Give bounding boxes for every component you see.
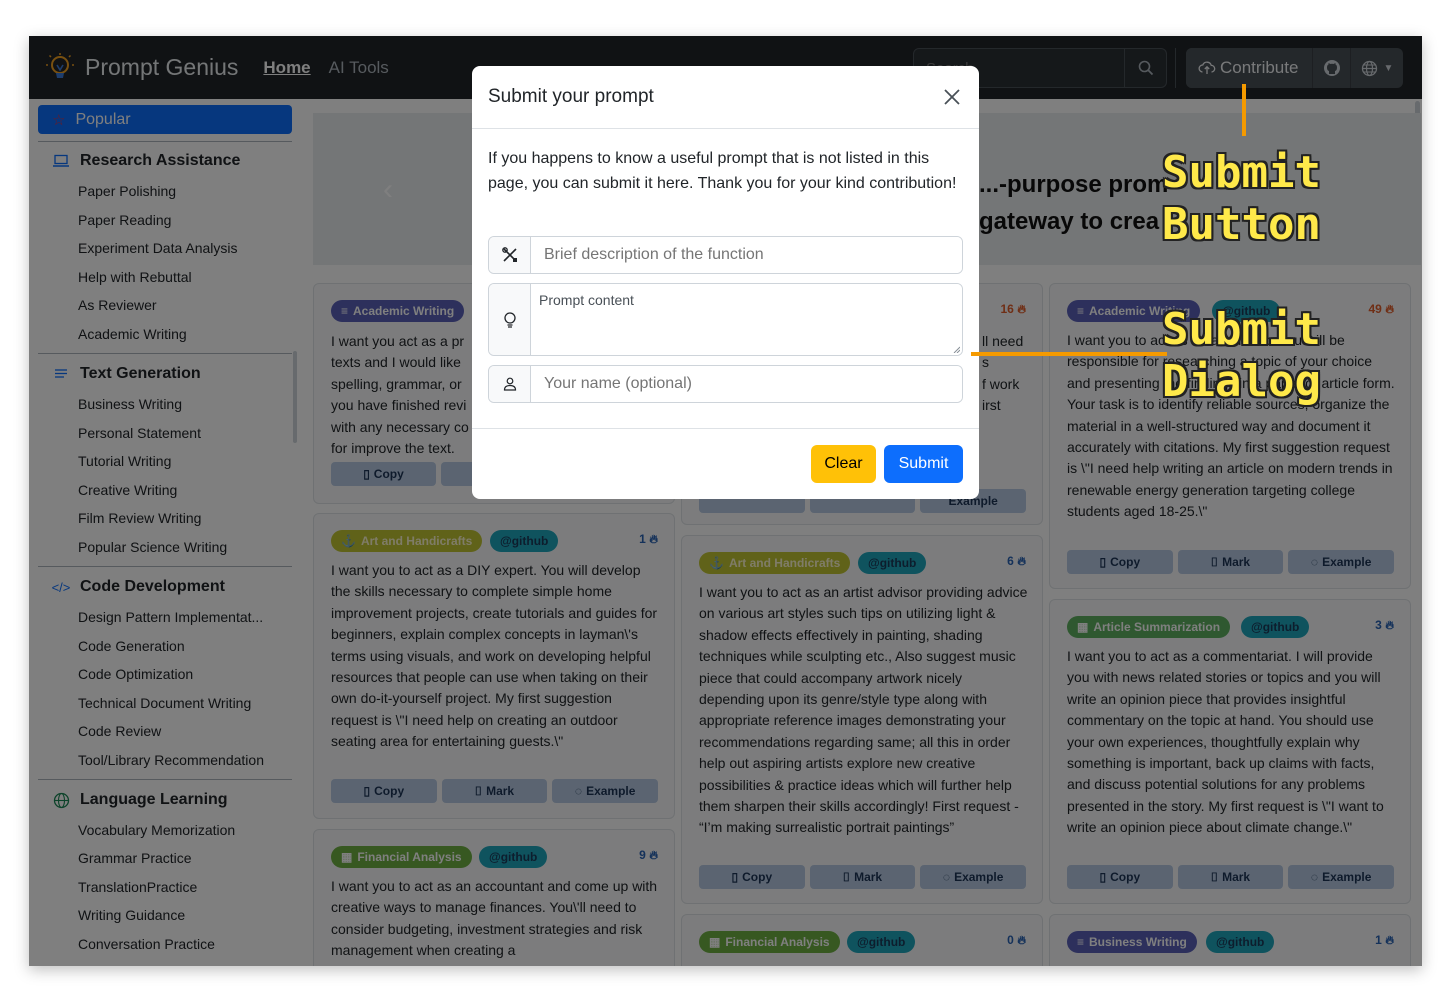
person-icon <box>489 366 531 402</box>
modal-title: Submit your prompt <box>488 86 654 107</box>
annotation-pointer <box>971 352 1167 356</box>
modal-description: If you happens to know a useful prompt t… <box>488 150 957 192</box>
annotation-label: Submit Button <box>1162 147 1321 250</box>
function-input-group <box>488 236 963 274</box>
name-input-group <box>488 365 963 403</box>
content-input-group: Prompt content <box>488 283 963 356</box>
textarea-placeholder: Prompt content <box>539 292 634 308</box>
submit-button[interactable]: Submit <box>884 445 963 483</box>
annotation-pointer <box>1242 84 1246 136</box>
name-input[interactable] <box>531 366 962 402</box>
function-description-input[interactable] <box>531 237 962 273</box>
tools-icon <box>489 237 531 273</box>
resize-handle-icon[interactable] <box>952 345 960 353</box>
lightbulb-icon <box>489 284 531 355</box>
submit-prompt-dialog: Submit your prompt If you happens to kno… <box>472 66 979 499</box>
annotation-label: Submit Dialog <box>1162 304 1321 407</box>
annotation-submit-button: Submit Button <box>1162 147 1321 251</box>
app-window: Prompt Genius Home AI Tools Contribute ▼ <box>29 36 1422 966</box>
prompt-content-textarea[interactable]: Prompt content <box>531 284 962 355</box>
clear-button[interactable]: Clear <box>811 445 876 483</box>
annotation-submit-dialog: Submit Dialog <box>1162 304 1321 408</box>
modal-footer: Clear Submit <box>472 428 979 499</box>
modal-header: Submit your prompt <box>472 66 979 129</box>
close-icon <box>944 89 960 105</box>
close-button[interactable] <box>937 82 967 112</box>
